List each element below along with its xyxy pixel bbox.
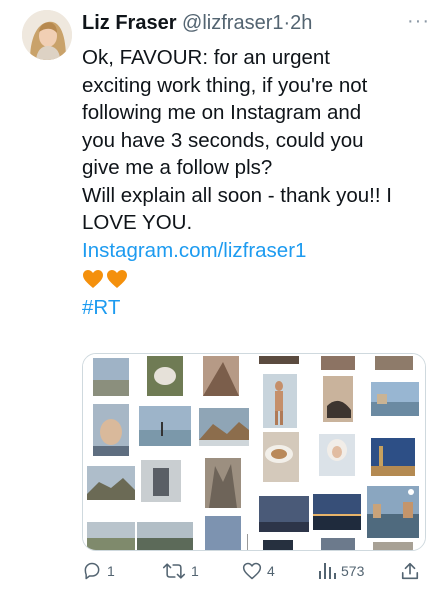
photo-tile bbox=[371, 438, 415, 476]
text-line: give me a follow pls? bbox=[82, 156, 273, 179]
ellipsis-icon: ··· bbox=[407, 10, 430, 32]
photo-tile bbox=[139, 406, 191, 446]
views-icon bbox=[319, 563, 336, 579]
photo-tile bbox=[87, 466, 135, 500]
photo-tile bbox=[259, 356, 299, 364]
photo-tile bbox=[87, 522, 135, 550]
photo-tile bbox=[263, 540, 293, 550]
retweet-icon bbox=[162, 563, 186, 579]
photo-tile bbox=[371, 382, 419, 416]
photo-tile bbox=[263, 374, 297, 428]
photo-tile bbox=[93, 358, 129, 396]
text-line: following me on Instagram and bbox=[82, 101, 362, 124]
retweet-button[interactable]: 1 bbox=[162, 558, 199, 584]
tweet-actions: 1 1 4 573 bbox=[82, 558, 424, 584]
photo-tile bbox=[323, 376, 353, 422]
orange-heart-icon bbox=[107, 270, 127, 288]
text-line: LOVE YOU. bbox=[82, 211, 193, 234]
photo-tile bbox=[199, 408, 249, 446]
text-line: you have 3 seconds, could you bbox=[82, 128, 364, 152]
photo-tile bbox=[259, 496, 309, 532]
photo-tile bbox=[137, 522, 193, 550]
photo-tile bbox=[373, 542, 413, 550]
tweet-text: Ok, FAVOUR: for an urgent exciting work … bbox=[82, 44, 432, 322]
more-options-button[interactable]: ··· bbox=[407, 8, 430, 34]
tweet-time[interactable]: 2h bbox=[290, 12, 312, 34]
photo-tile bbox=[319, 434, 355, 476]
author-handle[interactable]: @lizfraser1 bbox=[182, 12, 283, 34]
like-button[interactable]: 4 bbox=[242, 558, 275, 584]
photo-tile bbox=[205, 516, 241, 550]
author-name[interactable]: Liz Fraser bbox=[82, 12, 176, 34]
photo-tile bbox=[93, 404, 129, 456]
media-preview[interactable] bbox=[82, 353, 426, 551]
hashtag-rt[interactable]: #RT bbox=[82, 294, 432, 322]
photo-tile bbox=[375, 356, 413, 370]
retweet-count: 1 bbox=[191, 563, 199, 579]
instagram-grid-image bbox=[83, 354, 425, 550]
photo-tile bbox=[367, 486, 419, 538]
text-line: exciting work thing, if you're not bbox=[82, 73, 368, 97]
photo-tile bbox=[321, 356, 355, 370]
text-line: Ok, FAVOUR: for an urgent bbox=[82, 46, 330, 69]
photo-tile bbox=[205, 458, 241, 508]
views-count: 573 bbox=[341, 563, 365, 579]
tweet-card[interactable]: Liz Fraser @lizfraser1·2h ··· Ok, FAVOUR… bbox=[0, 0, 444, 600]
emoji-row: 🧡 🧡 bbox=[82, 264, 432, 294]
like-icon bbox=[242, 562, 262, 580]
text-line: Will explain all soon - thank you!! I bbox=[82, 183, 392, 207]
photo-tile bbox=[203, 356, 239, 396]
views-button[interactable]: 573 bbox=[318, 558, 364, 584]
photo-tile bbox=[147, 356, 183, 396]
reply-count: 1 bbox=[107, 563, 115, 579]
reply-button[interactable]: 1 bbox=[82, 558, 115, 584]
share-icon bbox=[401, 562, 419, 580]
photo-tile bbox=[141, 460, 181, 502]
photo-tile bbox=[263, 432, 299, 482]
photo-tile bbox=[313, 494, 361, 530]
share-button[interactable] bbox=[400, 558, 420, 584]
reply-icon bbox=[84, 562, 100, 580]
avatar[interactable] bbox=[22, 10, 72, 60]
photo-tile bbox=[321, 538, 355, 550]
tweet-header: Liz Fraser @lizfraser1·2h bbox=[82, 8, 434, 38]
instagram-link[interactable]: Instagram.com/lizfraser1 bbox=[82, 237, 432, 265]
like-count: 4 bbox=[267, 563, 275, 579]
orange-heart-icon bbox=[83, 270, 103, 288]
